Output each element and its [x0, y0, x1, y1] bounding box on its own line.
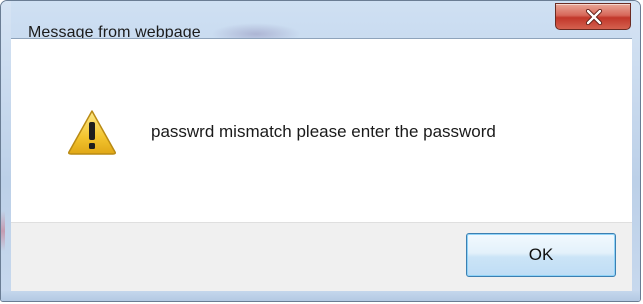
ok-button[interactable]: OK: [466, 233, 616, 277]
dialog-message: passwrd mismatch please enter the passwo…: [151, 122, 496, 141]
close-icon: [585, 9, 603, 25]
close-button[interactable]: [555, 3, 631, 30]
window-frame-bottom: [1, 291, 640, 301]
dialog-content: passwrd mismatch please enter the passwo…: [11, 38, 632, 222]
dialog-window: Message from webpage passwrd mismatch pl…: [0, 0, 641, 302]
warning-icon: [67, 109, 117, 155]
dialog-footer: OK: [11, 222, 632, 294]
